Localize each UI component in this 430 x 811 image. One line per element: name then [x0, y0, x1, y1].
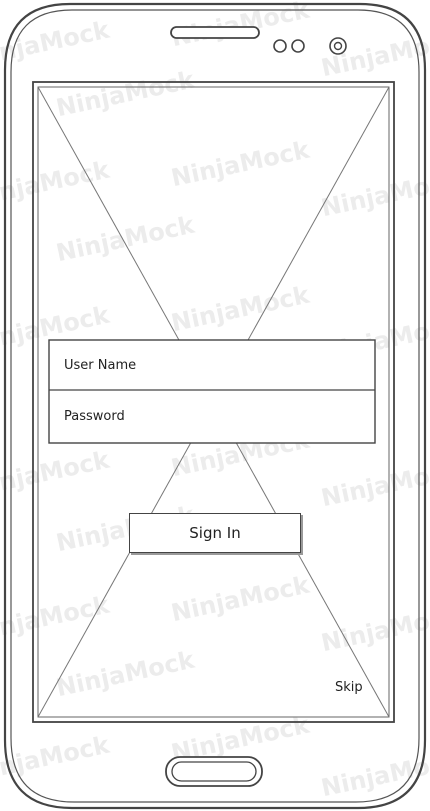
- speaker-slot: [170, 26, 260, 39]
- skip-link[interactable]: Skip: [335, 680, 363, 695]
- phone-mockup-stage: NinjaMock NinjaMock NinjaMock NinjaMock …: [0, 0, 430, 811]
- username-placeholder: User Name: [64, 357, 137, 373]
- sensor-dot: [291, 39, 305, 53]
- sensor-dot: [273, 39, 287, 53]
- password-input[interactable]: Password: [49, 391, 375, 441]
- sign-in-label: Sign In: [189, 524, 241, 542]
- camera-lens-inner: [333, 41, 343, 51]
- sign-in-button[interactable]: Sign In: [129, 513, 301, 553]
- username-input[interactable]: User Name: [49, 340, 375, 390]
- password-placeholder: Password: [64, 408, 125, 424]
